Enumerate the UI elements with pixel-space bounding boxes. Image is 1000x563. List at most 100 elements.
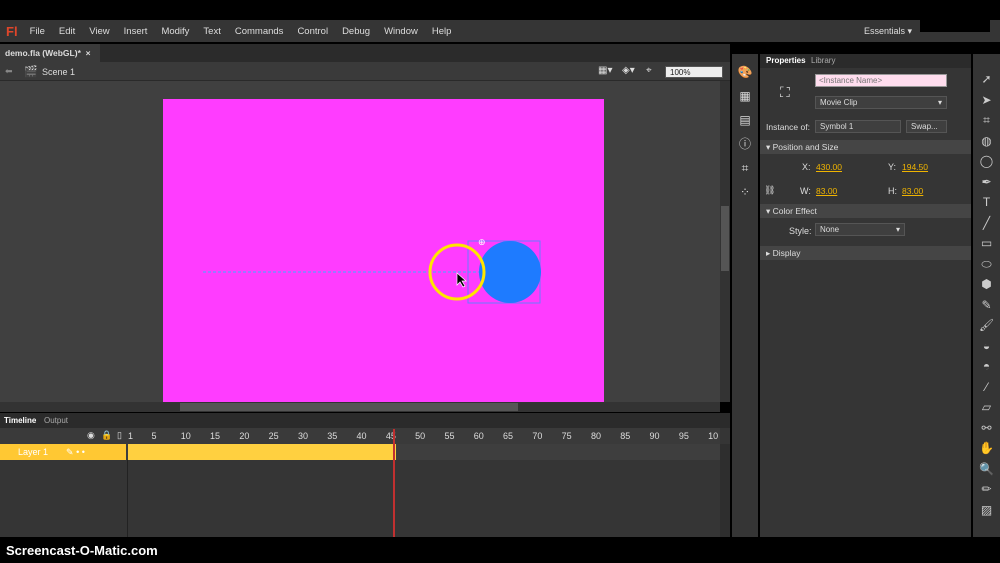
oval-tool-icon[interactable]: ⬭ — [973, 254, 1000, 275]
outline-icon[interactable]: ▯ — [117, 430, 122, 441]
watermark: Screencast-O-Matic.com — [0, 537, 1000, 563]
section-display[interactable]: ▸ Display — [760, 246, 971, 260]
subselection-tool-icon[interactable]: ➤ — [973, 90, 1000, 111]
fill-color-icon[interactable]: ▨ — [973, 500, 1000, 521]
selection-tool-icon[interactable]: ➚ — [973, 69, 1000, 90]
frame-label: 60 — [473, 431, 484, 441]
h-value[interactable]: 83.00 — [902, 186, 923, 196]
y-value[interactable]: 194.50 — [902, 162, 928, 172]
menu-text[interactable]: Text — [203, 26, 220, 37]
frame-label: 10 — [180, 431, 191, 441]
layer-row[interactable]: Layer 1 ✎ • • — [0, 444, 720, 460]
instance-name-input[interactable] — [815, 74, 947, 87]
line-tool-icon[interactable]: ╱ — [973, 213, 1000, 234]
eraser-tool-icon[interactable]: ▱ — [973, 397, 1000, 418]
document-tab[interactable]: demo.fla (WebGL)* × — [0, 44, 100, 62]
layer-name-cell[interactable]: Layer 1 ✎ • • — [0, 444, 126, 460]
pen-tool-icon[interactable]: ✒ — [973, 172, 1000, 193]
instance-of-value: Symbol 1 — [820, 122, 854, 131]
section-position-size[interactable]: ▾ Position and Size — [760, 140, 971, 154]
layer-name: Layer 1 — [18, 447, 49, 457]
zoom-tool-icon[interactable]: 🔍 — [973, 459, 1000, 480]
pencil-icon: ✎ • • — [66, 447, 85, 457]
pencil-tool-icon[interactable]: ✎ — [973, 295, 1000, 316]
color-palette-icon[interactable]: 🎨 — [732, 60, 758, 84]
tween-span[interactable] — [128, 444, 396, 460]
hand-tool-icon[interactable]: ✋ — [973, 438, 1000, 459]
frame-label: 90 — [649, 431, 660, 441]
3d-rotation-tool-icon[interactable]: ◍ — [973, 131, 1000, 152]
free-transform-tool-icon[interactable]: ⌗ — [973, 110, 1000, 131]
menu-file[interactable]: File — [30, 26, 45, 37]
x-label: X: — [802, 162, 811, 172]
lock-icon[interactable]: 🔒 — [101, 430, 112, 441]
frame-label: 55 — [444, 431, 455, 441]
back-arrow-icon[interactable]: ⬅ — [5, 66, 13, 77]
style-select[interactable]: None ▾ — [815, 223, 905, 236]
section-display-label: Display — [772, 248, 801, 258]
zoom-select[interactable]: 100% — [665, 66, 723, 78]
stage[interactable]: ⊕ — [163, 99, 604, 402]
edit-symbols-icon[interactable]: ◈▾ — [622, 65, 635, 76]
menu-insert[interactable]: Insert — [124, 26, 148, 37]
frame-label: 80 — [590, 431, 601, 441]
vertical-scrollbar[interactable] — [720, 81, 730, 402]
workspace-switcher[interactable]: Essentials ▾ — [864, 26, 912, 37]
close-tab-icon[interactable]: × — [86, 48, 91, 58]
info-icon[interactable]: ⓘ — [732, 132, 758, 156]
section-color-effect-label: Color Effect — [772, 206, 817, 216]
brush-tool-icon[interactable]: 🖌 — [973, 315, 1000, 336]
symbol-type-select[interactable]: Movie Clip ▾ — [815, 96, 947, 109]
window-controls[interactable] — [920, 20, 990, 32]
tab-timeline[interactable]: Timeline — [4, 416, 36, 425]
swap-button[interactable]: Swap... — [906, 120, 947, 133]
instance-of-field: Symbol 1 — [815, 120, 901, 133]
rectangle-tool-icon[interactable]: ▭ — [973, 233, 1000, 254]
y-label: Y: — [888, 162, 897, 172]
x-value[interactable]: 430.00 — [816, 162, 842, 172]
stroke-color-icon[interactable]: ✏ — [973, 479, 1000, 500]
playhead[interactable] — [393, 429, 395, 537]
frame-label: 15 — [210, 431, 221, 441]
timeline-tabs: Timeline Output — [0, 413, 730, 428]
section-color-effect[interactable]: ▾ Color Effect — [760, 204, 971, 218]
swatches-icon[interactable]: ▦ — [732, 84, 758, 108]
text-tool-icon[interactable]: T — [973, 192, 1000, 213]
transform-icon[interactable]: ⌗ — [732, 156, 758, 180]
w-value[interactable]: 83.00 — [816, 186, 837, 196]
section-position-size-label: Position and Size — [772, 142, 839, 152]
edit-scene-icon[interactable]: ▦▾ — [598, 65, 612, 76]
timeline-scrollbar[interactable] — [720, 444, 730, 537]
frame-label: 35 — [327, 431, 338, 441]
menu-help[interactable]: Help — [432, 26, 452, 37]
lasso-tool-icon[interactable]: ◯ — [973, 151, 1000, 172]
tab-properties[interactable]: Properties — [766, 56, 806, 65]
tab-library[interactable]: Library — [811, 56, 835, 65]
frame-label: 40 — [356, 431, 367, 441]
frame-label: 30 — [297, 431, 308, 441]
instance-of-label: Instance of: — [766, 122, 810, 132]
eye-icon[interactable]: ◉ — [87, 430, 95, 441]
menu-commands[interactable]: Commands — [235, 26, 284, 37]
menu-edit[interactable]: Edit — [59, 26, 75, 37]
align-icon[interactable]: ▤ — [732, 108, 758, 132]
menu-window[interactable]: Window — [384, 26, 418, 37]
bone-tool-icon[interactable]: ⚯ — [973, 418, 1000, 439]
menu-debug[interactable]: Debug — [342, 26, 370, 37]
motion-presets-icon[interactable]: ⁘ — [732, 180, 758, 204]
blue-circle-symbol — [479, 241, 541, 303]
paint-bucket-tool-icon[interactable]: ◒ — [973, 336, 1000, 357]
frame-ruler[interactable]: ◉ 🔒 ▯ 1 5 10 15 20 25 30 35 40 45 50 55 60 65 70 75 80 85… — [0, 428, 720, 444]
ink-bottle-tool-icon[interactable]: ◓ — [973, 356, 1000, 377]
mouse-cursor-icon — [456, 272, 467, 288]
frame-label: 20 — [239, 431, 250, 441]
link-dimensions-icon[interactable]: ⛓ — [764, 185, 775, 196]
eyedropper-tool-icon[interactable]: ⁄ — [973, 377, 1000, 398]
horizontal-scrollbar[interactable] — [0, 402, 720, 412]
menu-control[interactable]: Control — [297, 26, 328, 37]
tab-output[interactable]: Output — [44, 416, 68, 425]
menu-modify[interactable]: Modify — [161, 26, 189, 37]
menu-view[interactable]: View — [89, 26, 109, 37]
polystar-tool-icon[interactable]: ⬢ — [973, 274, 1000, 295]
center-stage-icon[interactable]: ⌖ — [646, 65, 652, 76]
